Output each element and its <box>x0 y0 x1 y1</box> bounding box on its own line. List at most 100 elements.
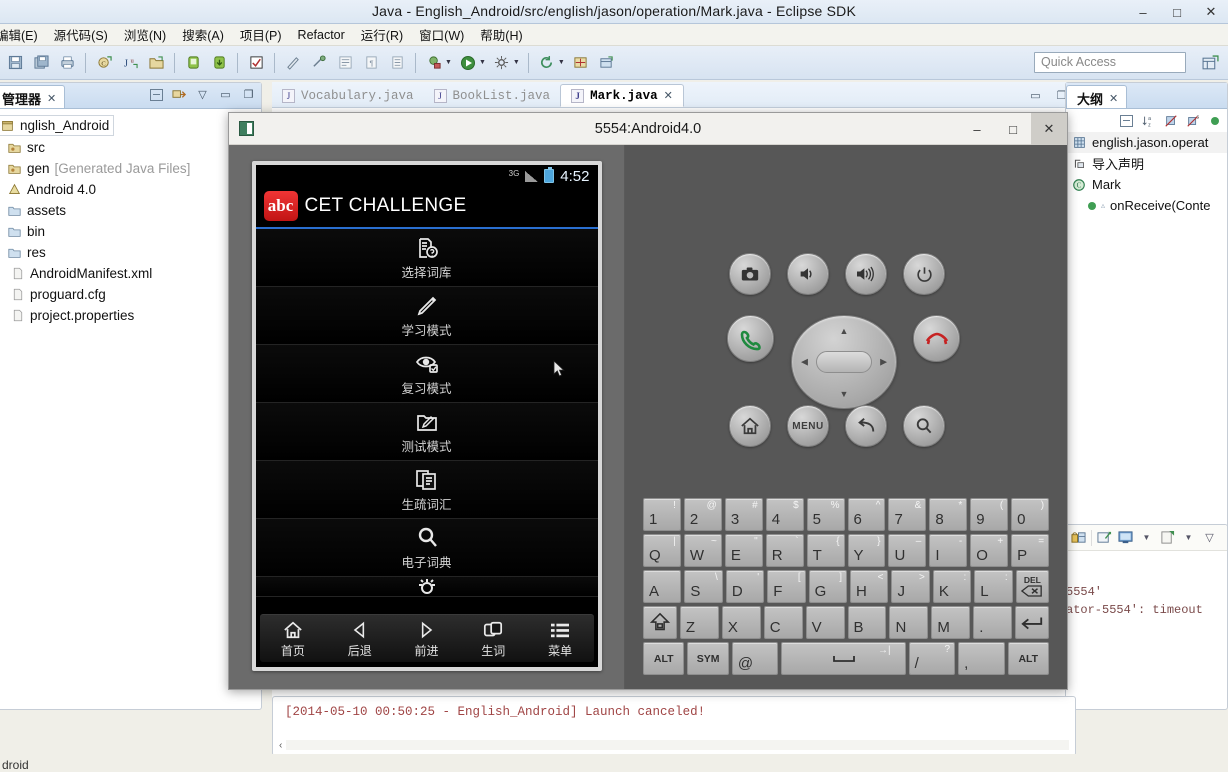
tree-item-project[interactable]: nglish_Android <box>0 115 115 136</box>
key-o[interactable]: O + <box>970 534 1009 567</box>
next-annotation-icon[interactable] <box>334 52 356 74</box>
key-r[interactable]: R ` <box>765 534 804 567</box>
outline-item-method-onreceive[interactable]: ▵ onReceive(Conte <box>1066 195 1227 216</box>
dpad-up-button[interactable]: ▲ <box>840 326 849 336</box>
key-y[interactable]: Y} <box>847 534 886 567</box>
android-avd-manager-icon[interactable] <box>208 52 230 74</box>
chevron-right-icon[interactable]: ▸ <box>0 248 2 257</box>
key-m[interactable]: M <box>931 606 971 639</box>
minimize-icon[interactable]: ▭ <box>217 86 234 103</box>
window-maximize-button[interactable]: □ <box>1160 0 1194 24</box>
key-i[interactable]: I- <box>929 534 968 567</box>
home-button[interactable] <box>729 405 771 447</box>
link-with-editor-icon[interactable] <box>171 86 188 103</box>
key-w[interactable]: W ~ <box>683 534 722 567</box>
menu-item-test-mode[interactable]: 测试模式 <box>255 403 598 461</box>
key-p[interactable]: P = <box>1011 534 1050 567</box>
menu-item-refactor[interactable]: Refactor <box>290 26 353 44</box>
tree-item-project-properties[interactable]: project.properties <box>0 305 261 326</box>
key-t[interactable]: T{ <box>806 534 845 567</box>
key-period[interactable]: . <box>973 606 1013 639</box>
key-space[interactable]: →| <box>781 642 906 675</box>
collapse-all-icon[interactable] <box>148 86 165 103</box>
scrollbar-track[interactable] <box>286 740 1069 750</box>
chevron-right-icon[interactable]: ▸ <box>0 164 2 173</box>
camera-button[interactable] <box>729 253 771 295</box>
debug-dropdown-caret-icon[interactable]: ▼ <box>445 59 452 66</box>
nav-item-back[interactable]: 后退 <box>326 619 393 659</box>
print-icon[interactable] <box>56 52 78 74</box>
emulator-close-button[interactable]: ✕ <box>1031 113 1067 145</box>
key-alt-right[interactable]: ALT <box>1007 642 1050 675</box>
hide-static-icon[interactable]: s <box>1184 112 1201 129</box>
outline-item-package[interactable]: english.jason.operat <box>1066 132 1227 153</box>
volume-down-button[interactable] <box>787 253 829 295</box>
open-perspective-icon[interactable] <box>596 52 618 74</box>
window-close-button[interactable]: ✕ <box>1194 0 1228 24</box>
nav-item-menu[interactable]: 菜单 <box>527 619 594 659</box>
dpad-down-button[interactable]: ▼ <box>840 389 849 399</box>
android-screen[interactable]: 3G 4:52 abc CET CHALLENGE 选择词库 学习模式 复习模式… <box>255 165 598 667</box>
power-button[interactable] <box>903 253 945 295</box>
key-u[interactable]: U – <box>888 534 927 567</box>
menu-item-study-mode[interactable]: 学习模式 <box>255 287 598 345</box>
key-g[interactable]: G] <box>808 570 848 603</box>
sort-icon[interactable]: az <box>1140 112 1157 129</box>
key-comma[interactable]: , <box>958 642 1005 675</box>
tree-item-manifest[interactable]: AndroidManifest.xml <box>0 263 261 284</box>
key-h[interactable]: H < <box>850 570 889 603</box>
outline-item-imports[interactable]: 导入声明 <box>1066 153 1227 174</box>
new-console-icon[interactable] <box>1159 529 1176 546</box>
chevron-right-icon[interactable]: ▸ <box>0 185 2 194</box>
outline-item-class-mark[interactable]: C Mark <box>1066 174 1227 195</box>
hide-nonpublic-icon[interactable] <box>1206 112 1223 129</box>
nav-item-home[interactable]: 首页 <box>260 619 327 659</box>
save-icon[interactable] <box>4 52 26 74</box>
chevron-right-icon[interactable]: ▸ <box>0 206 2 215</box>
toggle-mark-occurrences-icon[interactable] <box>245 52 267 74</box>
key-e[interactable]: E " <box>724 534 763 567</box>
key-a[interactable]: A <box>643 570 682 603</box>
external-tools-icon[interactable] <box>491 52 513 74</box>
close-icon[interactable]: ✕ <box>1109 92 1118 105</box>
menu-button[interactable]: MENU <box>787 405 829 447</box>
menu-item-window[interactable]: 窗口(W) <box>411 23 472 46</box>
key-v[interactable]: V <box>805 606 845 639</box>
maximize-icon[interactable]: ❐ <box>240 86 257 103</box>
tree-item-proguard[interactable]: proguard.cfg <box>0 284 261 305</box>
dpad-left-button[interactable]: ◀ <box>801 357 808 368</box>
key-j[interactable]: J > <box>891 570 930 603</box>
close-icon[interactable]: ✕ <box>47 92 56 105</box>
tab-mark-java[interactable]: J Mark.java ✕ <box>560 84 684 107</box>
console-output[interactable]: 5554' ator-5554': timeout <box>1066 551 1227 619</box>
refresh-icon[interactable] <box>536 52 558 74</box>
tab-package-explorer[interactable]: 管理器 ✕ <box>0 85 66 108</box>
lock-scroll-icon[interactable] <box>1070 529 1087 546</box>
tab-vocabulary-java[interactable]: J Vocabulary.java <box>272 84 424 107</box>
key-0[interactable]: 0) <box>1011 498 1050 531</box>
key-b[interactable]: B <box>847 606 887 639</box>
collapse-all-icon[interactable] <box>1118 112 1135 129</box>
key-sym[interactable]: SYM <box>687 642 729 675</box>
menu-item-navigate[interactable]: 浏览(N) <box>116 23 174 46</box>
menu-item-run[interactable]: 运行(R) <box>353 23 411 46</box>
new-class-icon[interactable]: C <box>93 52 115 74</box>
dpad-right-button[interactable]: ▶ <box>880 357 887 368</box>
previous-annotation-icon[interactable]: ¶ <box>360 52 382 74</box>
key-1[interactable]: 1! <box>643 498 681 531</box>
view-menu-icon[interactable]: ▽ <box>1201 529 1218 546</box>
new-package-icon[interactable] <box>145 52 167 74</box>
tree-item-bin[interactable]: ▸ bin <box>0 221 261 242</box>
tree-item-assets[interactable]: ▸ assets <box>0 200 261 221</box>
pin-console-icon[interactable] <box>1096 529 1113 546</box>
search-button[interactable] <box>903 405 945 447</box>
open-perspective-button[interactable] <box>1200 53 1220 73</box>
console-dropdown-caret-icon[interactable]: ▼ <box>1138 529 1155 546</box>
menu-item-project[interactable]: 项目(P) <box>232 23 290 46</box>
key-d[interactable]: D ' <box>725 570 765 603</box>
menu-item-review-mode[interactable]: 复习模式 <box>255 345 598 403</box>
key-z[interactable]: Z <box>679 606 719 639</box>
dpad-center-button[interactable] <box>816 351 872 373</box>
hide-fields-icon[interactable] <box>1162 112 1179 129</box>
display-console-icon[interactable] <box>1117 529 1134 546</box>
